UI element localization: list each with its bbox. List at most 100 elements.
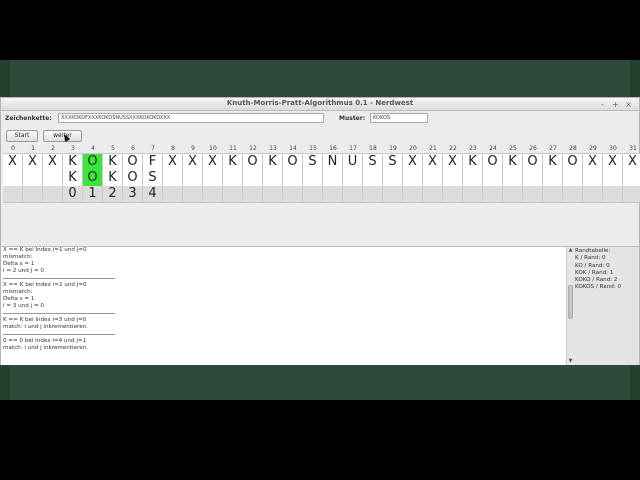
- index-cell: 29: [589, 145, 597, 152]
- log-line: mismatch:: [3, 254, 33, 260]
- border-cell: [463, 186, 483, 202]
- index-cell: 6: [131, 145, 135, 152]
- border-cell: 4: [143, 186, 163, 202]
- border-cell: [603, 186, 623, 202]
- index-cell: 22: [449, 145, 457, 152]
- border-cell: 1: [83, 186, 103, 202]
- text-cell: X: [23, 154, 43, 170]
- text-cell: K: [63, 154, 83, 170]
- border-cell: [3, 186, 23, 202]
- text-cell: X: [203, 154, 223, 170]
- border-cell: [163, 186, 183, 202]
- index-cell: 4: [91, 145, 95, 152]
- text-cell: X: [603, 154, 623, 170]
- text-cell: S: [363, 154, 383, 170]
- text-cell: K: [263, 154, 283, 170]
- index-cell: 10: [209, 145, 217, 152]
- border-cell: 2: [103, 186, 123, 202]
- index-cell: 9: [191, 145, 195, 152]
- index-cell: 17: [349, 145, 357, 152]
- log-line: match: i und j inkrementieren.: [3, 345, 88, 351]
- text-cell: K: [223, 154, 243, 170]
- index-row: 0 1 2 3 4 5 6 7 8 9 10 11 12 13 14 15 16 17 18 19 20 21 22 23 24…: [3, 145, 640, 153]
- app-window: Knuth-Morris-Pratt-Algorithmus 0.1 - Ner…: [0, 97, 640, 365]
- index-cell: 0: [11, 145, 15, 152]
- text-input[interactable]: XXXKOKOFXXXKOKOSNUSSXXXKOKOKOXXX: [58, 113, 324, 123]
- text-cell: X: [583, 154, 603, 170]
- scroll-thumb[interactable]: [568, 285, 573, 319]
- pattern-cell: S: [143, 170, 163, 186]
- text-cell: X: [443, 154, 463, 170]
- index-cell: 24: [489, 145, 497, 152]
- pattern-cell: [23, 170, 43, 186]
- index-cell: 31: [629, 145, 637, 152]
- index-cell: 18: [369, 145, 377, 152]
- border-cell: 0: [63, 186, 83, 202]
- maximize-button[interactable]: +: [609, 98, 622, 111]
- border-table-entry: KOKOS / Rand: 0: [575, 284, 622, 291]
- index-cell: 3: [71, 145, 75, 152]
- border-cell: [563, 186, 583, 202]
- index-cell: 21: [429, 145, 437, 152]
- scroll-up-icon[interactable]: ▲: [567, 247, 574, 254]
- log-line: match: i und j inkrementieren.: [3, 324, 88, 330]
- pattern-input[interactable]: KOKOS: [370, 113, 428, 123]
- log-separator: [3, 310, 115, 314]
- border-cell: [283, 186, 303, 202]
- border-table-panel: Randtabelle: K / Rand: 0 KO / Rand: 0 KOK /…: [574, 247, 639, 365]
- border-cell: [43, 186, 63, 202]
- pattern-row: KOKOS: [3, 170, 640, 187]
- log-line: X == K bei Index i=2 und j=0: [3, 282, 87, 288]
- pattern-cell: [243, 170, 263, 186]
- title-bar[interactable]: Knuth-Morris-Pratt-Algorithmus 0.1 - Ner…: [1, 98, 639, 111]
- border-cell: [523, 186, 543, 202]
- border-cell: [243, 186, 263, 202]
- index-cell: 13: [269, 145, 277, 152]
- log-line: mismatch:: [3, 289, 33, 295]
- scroll-down-icon[interactable]: ▼: [567, 358, 574, 365]
- log-line: Delta s = 1: [3, 296, 35, 302]
- text-cell: N: [323, 154, 343, 170]
- text-cell: X: [183, 154, 203, 170]
- border-row: 01234: [3, 186, 640, 203]
- text-cell: O: [483, 154, 503, 170]
- text-cell: O: [283, 154, 303, 170]
- border-table-entry: K / Rand: 0: [575, 255, 606, 262]
- close-button[interactable]: ×: [622, 98, 635, 111]
- pattern-cell: [483, 170, 503, 186]
- minimize-button[interactable]: -: [596, 98, 609, 111]
- pattern-cell: [523, 170, 543, 186]
- pattern-cell: [343, 170, 363, 186]
- border-cell: [303, 186, 323, 202]
- text-cell: K: [463, 154, 483, 170]
- pattern-cell: [423, 170, 443, 186]
- pattern-cell: [463, 170, 483, 186]
- border-cell: [343, 186, 363, 202]
- border-cell: [443, 186, 463, 202]
- pattern-cell: [303, 170, 323, 186]
- text-cell: O: [123, 154, 143, 170]
- pattern-cell: [443, 170, 463, 186]
- text-cell: O: [243, 154, 263, 170]
- log-line: i = 3 und j = 0: [3, 303, 44, 309]
- log-panel[interactable]: X == K bei Index i=1 und j=0 mismatch: Del…: [1, 247, 574, 365]
- pattern-cell: [43, 170, 63, 186]
- text-label: Zeichenkette:: [5, 115, 52, 122]
- index-cell: 16: [329, 145, 337, 152]
- log-line: K == K bei Index i=3 und j=0: [3, 317, 87, 323]
- log-separator: [3, 331, 115, 335]
- text-cell: O: [523, 154, 543, 170]
- border-cell: [183, 186, 203, 202]
- output-area: X == K bei Index i=1 und j=0 mismatch: Del…: [1, 246, 640, 366]
- pattern-cell: [403, 170, 423, 186]
- pattern-cell: [623, 170, 640, 186]
- border-cell: [223, 186, 243, 202]
- index-cell: 23: [469, 145, 477, 152]
- log-scrollbar[interactable]: ▲ ▼: [566, 247, 574, 365]
- pattern-label: Muster:: [339, 115, 366, 122]
- text-cell: K: [103, 154, 123, 170]
- start-button[interactable]: Start: [6, 130, 38, 142]
- log-line: Delta s = 1: [3, 261, 35, 267]
- index-cell: 27: [549, 145, 557, 152]
- border-cell: [483, 186, 503, 202]
